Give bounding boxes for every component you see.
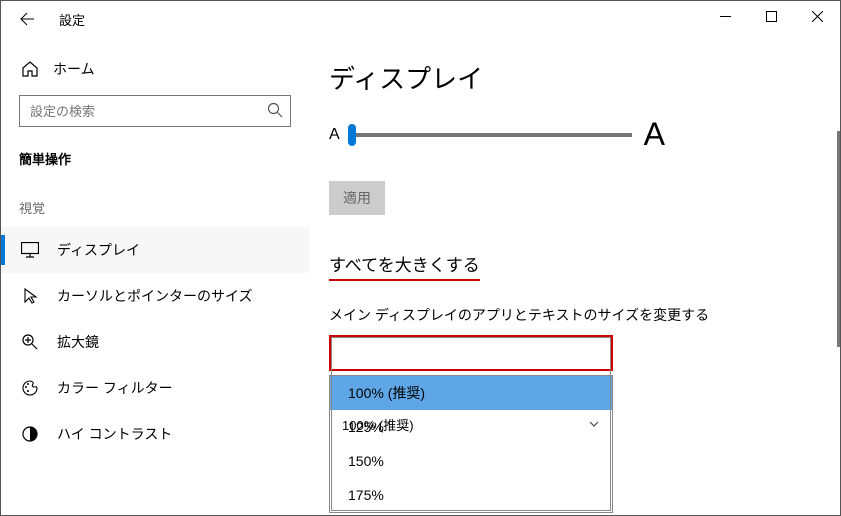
small-a-label: A xyxy=(329,126,340,144)
home-icon xyxy=(21,60,39,78)
contrast-icon xyxy=(21,425,39,443)
nav-list: ディスプレイ カーソルとポインターのサイズ 拡大鏡 カラー フィルター ハイ コ… xyxy=(1,227,309,457)
magnifier-icon xyxy=(21,333,39,351)
scale-field-label: メイン ディスプレイのアプリとテキストのサイズを変更する xyxy=(329,305,816,325)
home-label: ホーム xyxy=(53,59,95,79)
combobox-option[interactable]: 150% xyxy=(330,444,612,478)
back-button[interactable] xyxy=(17,9,37,29)
minimize-icon xyxy=(720,11,731,22)
scale-combobox-list: 100% (推奨) 125% 150% 175% xyxy=(329,375,613,513)
combobox-option[interactable]: 125% xyxy=(330,410,612,444)
nav-label: カーソルとポインターのサイズ xyxy=(57,286,253,306)
group-label: 視覚 xyxy=(19,198,291,217)
arrow-left-icon xyxy=(19,11,35,27)
combobox-option[interactable]: 175% xyxy=(330,478,612,512)
section-label: 簡単操作 xyxy=(19,149,291,168)
nav-label: 拡大鏡 xyxy=(57,332,99,352)
big-a-label: A xyxy=(644,116,665,153)
sidebar-item-high-contrast[interactable]: ハイ コントラスト xyxy=(1,411,309,457)
page-title: ディスプレイ xyxy=(329,59,816,96)
text-size-slider-row: A A xyxy=(329,116,816,153)
search-icon xyxy=(267,102,283,118)
text-size-slider[interactable] xyxy=(352,133,632,137)
search-input[interactable] xyxy=(19,95,291,127)
slider-thumb[interactable] xyxy=(348,124,356,146)
minimize-button[interactable] xyxy=(702,1,748,31)
home-nav[interactable]: ホーム xyxy=(19,49,291,95)
sidebar: ホーム 簡単操作 視覚 ディスプレイ カーソルとポインターのサイズ 拡大鏡 カラ… xyxy=(1,37,309,515)
close-button[interactable] xyxy=(794,1,840,31)
maximize-button[interactable] xyxy=(748,1,794,31)
cursor-icon xyxy=(21,287,39,305)
scrollbar[interactable] xyxy=(837,131,840,347)
combobox-option[interactable]: 100% (推奨) xyxy=(330,376,612,410)
nav-label: カラー フィルター xyxy=(57,378,173,398)
maximize-icon xyxy=(766,11,777,22)
sidebar-item-display[interactable]: ディスプレイ xyxy=(1,227,309,273)
close-icon xyxy=(812,11,823,22)
window-controls xyxy=(702,1,840,31)
monitor-icon xyxy=(21,242,39,258)
nav-label: ハイ コントラスト xyxy=(57,424,172,444)
sidebar-item-color-filter[interactable]: カラー フィルター xyxy=(1,365,309,411)
sidebar-item-cursor[interactable]: カーソルとポインターのサイズ xyxy=(1,273,309,319)
palette-icon xyxy=(21,379,39,397)
nav-label: ディスプレイ xyxy=(57,240,140,260)
scale-combobox[interactable]: 100% (推奨) xyxy=(329,335,613,371)
sidebar-item-magnifier[interactable]: 拡大鏡 xyxy=(1,319,309,365)
search-box[interactable] xyxy=(19,95,291,127)
main-content: ディスプレイ A A 適用 すべてを大きくする メイン ディスプレイのアプリとテ… xyxy=(309,37,840,515)
window-title: 設定 xyxy=(59,10,85,29)
make-everything-bigger-heading: すべてを大きくする xyxy=(329,251,480,281)
titlebar: 設定 xyxy=(1,1,840,37)
apply-button: 適用 xyxy=(329,181,385,215)
